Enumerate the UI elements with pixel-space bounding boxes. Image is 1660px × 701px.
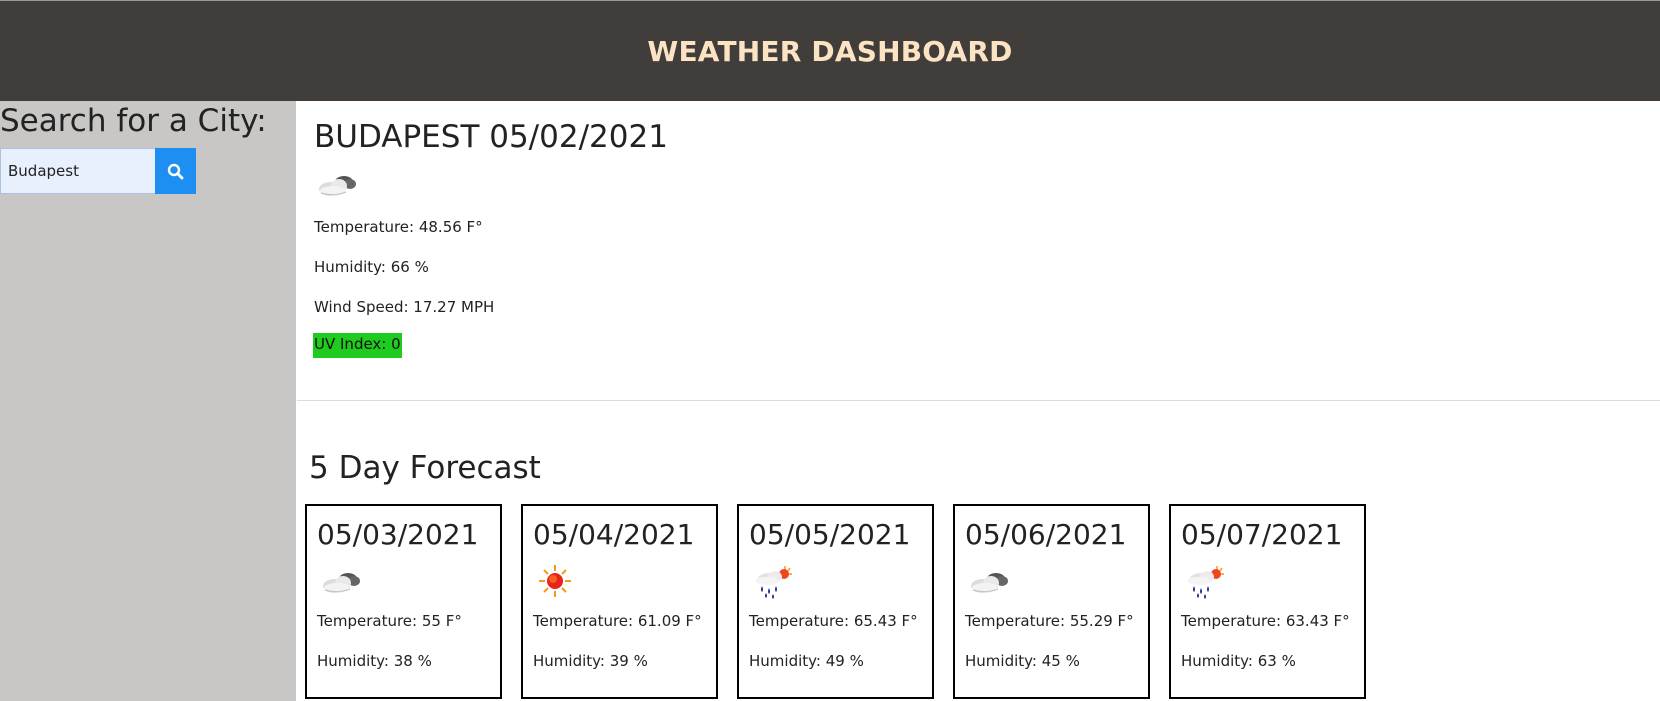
current-wind-speed: Wind Speed: 17.27 MPH bbox=[314, 298, 495, 316]
sun-icon bbox=[538, 564, 572, 598]
forecast-humidity: Humidity: 49 % bbox=[749, 652, 864, 670]
search-input[interactable] bbox=[0, 148, 156, 194]
forecast-humidity: Humidity: 38 % bbox=[317, 652, 432, 670]
forecast-temperature: Temperature: 55.29 F° bbox=[965, 612, 1134, 630]
search-button[interactable] bbox=[155, 148, 196, 194]
header-bar: WEATHER DASHBOARD bbox=[0, 0, 1660, 101]
search-title: Search for a City: bbox=[0, 103, 267, 139]
forecast-card: 05/07/2021 Temperature: 63.43 F° Humidit… bbox=[1169, 504, 1366, 699]
forecast-date: 05/06/2021 bbox=[965, 518, 1127, 551]
partly-cloudy-icon bbox=[970, 572, 1009, 594]
forecast-date: 05/07/2021 bbox=[1181, 518, 1343, 551]
forecast-temperature: Temperature: 63.43 F° bbox=[1181, 612, 1350, 630]
forecast-card: 05/03/2021 Temperature: 55 F° Humidity: … bbox=[305, 504, 502, 699]
sidebar: Search for a City: bbox=[0, 101, 296, 701]
partly-cloudy-icon bbox=[318, 175, 357, 197]
uv-index-badge: UV Index: 0 bbox=[313, 333, 402, 358]
forecast-date: 05/04/2021 bbox=[533, 518, 695, 551]
forecast-humidity: Humidity: 39 % bbox=[533, 652, 648, 670]
partly-cloudy-icon bbox=[322, 572, 361, 594]
forecast-title: 5 Day Forecast bbox=[309, 450, 541, 486]
current-humidity: Humidity: 66 % bbox=[314, 258, 429, 276]
page-title: WEATHER DASHBOARD bbox=[647, 34, 1013, 68]
forecast-card: 05/05/2021 Temperature: 65.43 F° Humidit… bbox=[737, 504, 934, 699]
current-weather-panel: BUDAPEST 05/02/2021 Temperature: 48.56 F… bbox=[297, 101, 1660, 401]
forecast-temperature: Temperature: 61.09 F° bbox=[533, 612, 702, 630]
forecast-date: 05/05/2021 bbox=[749, 518, 911, 551]
rain-sun-icon bbox=[754, 565, 793, 600]
forecast-temperature: Temperature: 65.43 F° bbox=[749, 612, 918, 630]
rain-sun-icon bbox=[1186, 565, 1225, 600]
current-city-title: BUDAPEST 05/02/2021 bbox=[314, 119, 668, 155]
forecast-date: 05/03/2021 bbox=[317, 518, 479, 551]
forecast-card: 05/04/2021 Temperature: 61.09 F° Humidit… bbox=[521, 504, 718, 699]
search-icon bbox=[167, 163, 184, 179]
forecast-humidity: Humidity: 45 % bbox=[965, 652, 1080, 670]
forecast-temperature: Temperature: 55 F° bbox=[317, 612, 462, 630]
forecast-humidity: Humidity: 63 % bbox=[1181, 652, 1296, 670]
current-temperature: Temperature: 48.56 F° bbox=[314, 218, 483, 236]
forecast-card: 05/06/2021 Temperature: 55.29 F° Humidit… bbox=[953, 504, 1150, 699]
